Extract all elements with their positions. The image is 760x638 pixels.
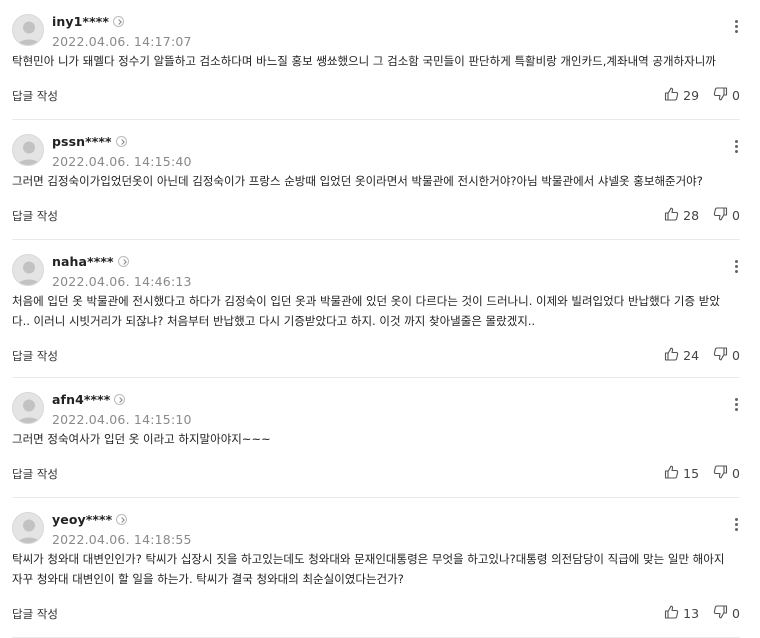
- comment-list: iny1**** 2022.04.06. 14:17:07 탁현민아 니가 돼멜다 …: [12, 0, 740, 638]
- like-button[interactable]: 15: [664, 465, 699, 482]
- thumbs-down-icon: [713, 207, 732, 224]
- username[interactable]: pssn****: [52, 134, 127, 149]
- like-count: 15: [683, 466, 700, 481]
- chevron-right-icon[interactable]: [115, 136, 127, 147]
- reaction-bar: 28 0: [664, 207, 740, 224]
- reaction-bar: 13 0: [664, 605, 740, 622]
- comment-text-line: 그러면 김정숙이가입었던옷이 아닌데 김정숙이가 프랑스 순방때 입었던 옷이라…: [12, 174, 703, 188]
- like-button[interactable]: 24: [664, 347, 699, 364]
- dislike-button[interactable]: 0: [713, 87, 740, 104]
- dislike-count: 0: [732, 348, 740, 363]
- reply-button[interactable]: 답글 작성: [12, 348, 58, 364]
- like-count: 24: [683, 348, 700, 363]
- thumbs-down-icon: [713, 465, 732, 482]
- avatar[interactable]: [12, 14, 44, 46]
- username[interactable]: iny1****: [52, 14, 124, 29]
- like-button[interactable]: 13: [664, 605, 699, 622]
- thumbs-up-icon: [664, 465, 683, 482]
- like-count: 28: [683, 208, 700, 223]
- chevron-right-icon[interactable]: [116, 514, 128, 525]
- like-button[interactable]: 29: [664, 87, 699, 104]
- chevron-right-icon[interactable]: [112, 16, 124, 27]
- dislike-count: 0: [732, 208, 740, 223]
- dislike-button[interactable]: 0: [713, 605, 740, 622]
- thumbs-up-icon: [664, 347, 683, 364]
- comment-date: 2022.04.06. 14:15:10: [52, 412, 192, 427]
- thumbs-up-icon: [664, 605, 683, 622]
- more-options-icon[interactable]: [732, 398, 740, 416]
- avatar[interactable]: [12, 392, 44, 424]
- comment-item: pssn**** 2022.04.06. 14:15:40 그러면 김정숙이가입었던…: [12, 120, 740, 240]
- username-text[interactable]: iny1****: [52, 14, 109, 29]
- reply-button[interactable]: 답글 작성: [12, 208, 58, 224]
- username[interactable]: afn4****: [52, 392, 126, 407]
- comment-text-line: 자꾸 청와대 대변인이 할 일을 하는가. 탁씨가 결국 청와대의 최순실이였다…: [12, 572, 404, 586]
- dislike-button[interactable]: 0: [713, 465, 740, 482]
- dislike-button[interactable]: 0: [713, 347, 740, 364]
- reply-button[interactable]: 답글 작성: [12, 88, 58, 104]
- avatar[interactable]: [12, 134, 44, 166]
- like-count: 13: [683, 606, 700, 621]
- comment-text: 탁씨가 청와대 대변인인가? 탁씨가 십장시 짓을 하고있는데도 청와대와 문재…: [12, 549, 740, 589]
- chevron-right-icon[interactable]: [114, 394, 126, 405]
- comment-text: 처음에 입던 옷 박물관에 전시했다고 하다가 김정숙이 입던 옷과 박물관에 …: [12, 291, 740, 331]
- more-options-icon[interactable]: [732, 140, 740, 158]
- thumbs-down-icon: [713, 605, 732, 622]
- thumbs-down-icon: [713, 347, 732, 364]
- dislike-count: 0: [732, 88, 740, 103]
- comment-text-line: 그러면 정숙여사가 입던 옷 이라고 하지말아야지~~~: [12, 432, 271, 446]
- username[interactable]: yeoy****: [52, 512, 128, 527]
- more-options-icon[interactable]: [732, 260, 740, 278]
- comment-text: 탁현민아 니가 돼멜다 정수기 알뜰하고 검소하다며 바느질 홍보 쌩쑈했으니 …: [12, 51, 740, 71]
- dislike-count: 0: [732, 606, 740, 621]
- username[interactable]: naha****: [52, 254, 129, 269]
- comment-text: 그러면 김정숙이가입었던옷이 아닌데 김정숙이가 프랑스 순방때 입었던 옷이라…: [12, 171, 740, 191]
- avatar[interactable]: [12, 254, 44, 286]
- thumbs-up-icon: [664, 207, 683, 224]
- username-text[interactable]: pssn****: [52, 134, 112, 149]
- comment-item: iny1**** 2022.04.06. 14:17:07 탁현민아 니가 돼멜다 …: [12, 0, 740, 120]
- more-options-icon[interactable]: [732, 518, 740, 536]
- comment-date: 2022.04.06. 14:17:07: [52, 34, 192, 49]
- comment-date: 2022.04.06. 14:18:55: [52, 532, 192, 547]
- comment-date: 2022.04.06. 14:15:40: [52, 154, 192, 169]
- username-text[interactable]: afn4****: [52, 392, 110, 407]
- avatar[interactable]: [12, 512, 44, 544]
- username-text[interactable]: naha****: [52, 254, 114, 269]
- reply-button[interactable]: 답글 작성: [12, 606, 58, 622]
- reaction-bar: 24 0: [664, 347, 740, 364]
- thumbs-up-icon: [664, 87, 683, 104]
- like-button[interactable]: 28: [664, 207, 699, 224]
- reaction-bar: 15 0: [664, 465, 740, 482]
- comment-date: 2022.04.06. 14:46:13: [52, 274, 192, 289]
- comment-text-line: 탁씨가 청와대 대변인인가? 탁씨가 십장시 짓을 하고있는데도 청와대와 문재…: [12, 552, 725, 566]
- username-text[interactable]: yeoy****: [52, 512, 112, 527]
- reply-button[interactable]: 답글 작성: [12, 466, 58, 482]
- comment-item: naha**** 2022.04.06. 14:46:13 처음에 입던 옷 박물관…: [12, 240, 740, 378]
- dislike-button[interactable]: 0: [713, 207, 740, 224]
- comment-text: 그러면 정숙여사가 입던 옷 이라고 하지말아야지~~~: [12, 429, 740, 449]
- comment-item: yeoy**** 2022.04.06. 14:18:55 탁씨가 청와대 대변인인…: [12, 498, 740, 638]
- like-count: 29: [683, 88, 700, 103]
- dislike-count: 0: [732, 466, 740, 481]
- chevron-right-icon[interactable]: [117, 256, 129, 267]
- comment-text-line: 다.. 이러니 시빗거리가 되잖냐? 처음부터 반납했고 다시 기증받았다고 하…: [12, 314, 536, 328]
- reaction-bar: 29 0: [664, 87, 740, 104]
- more-options-icon[interactable]: [732, 20, 740, 38]
- comment-text-line: 탁현민아 니가 돼멜다 정수기 알뜰하고 검소하다며 바느질 홍보 쌩쑈했으니 …: [12, 54, 716, 68]
- comment-text-line: 처음에 입던 옷 박물관에 전시했다고 하다가 김정숙이 입던 옷과 박물관에 …: [12, 294, 720, 308]
- comment-item: afn4**** 2022.04.06. 14:15:10 그러면 정숙여사가 입던…: [12, 378, 740, 498]
- thumbs-down-icon: [713, 87, 732, 104]
